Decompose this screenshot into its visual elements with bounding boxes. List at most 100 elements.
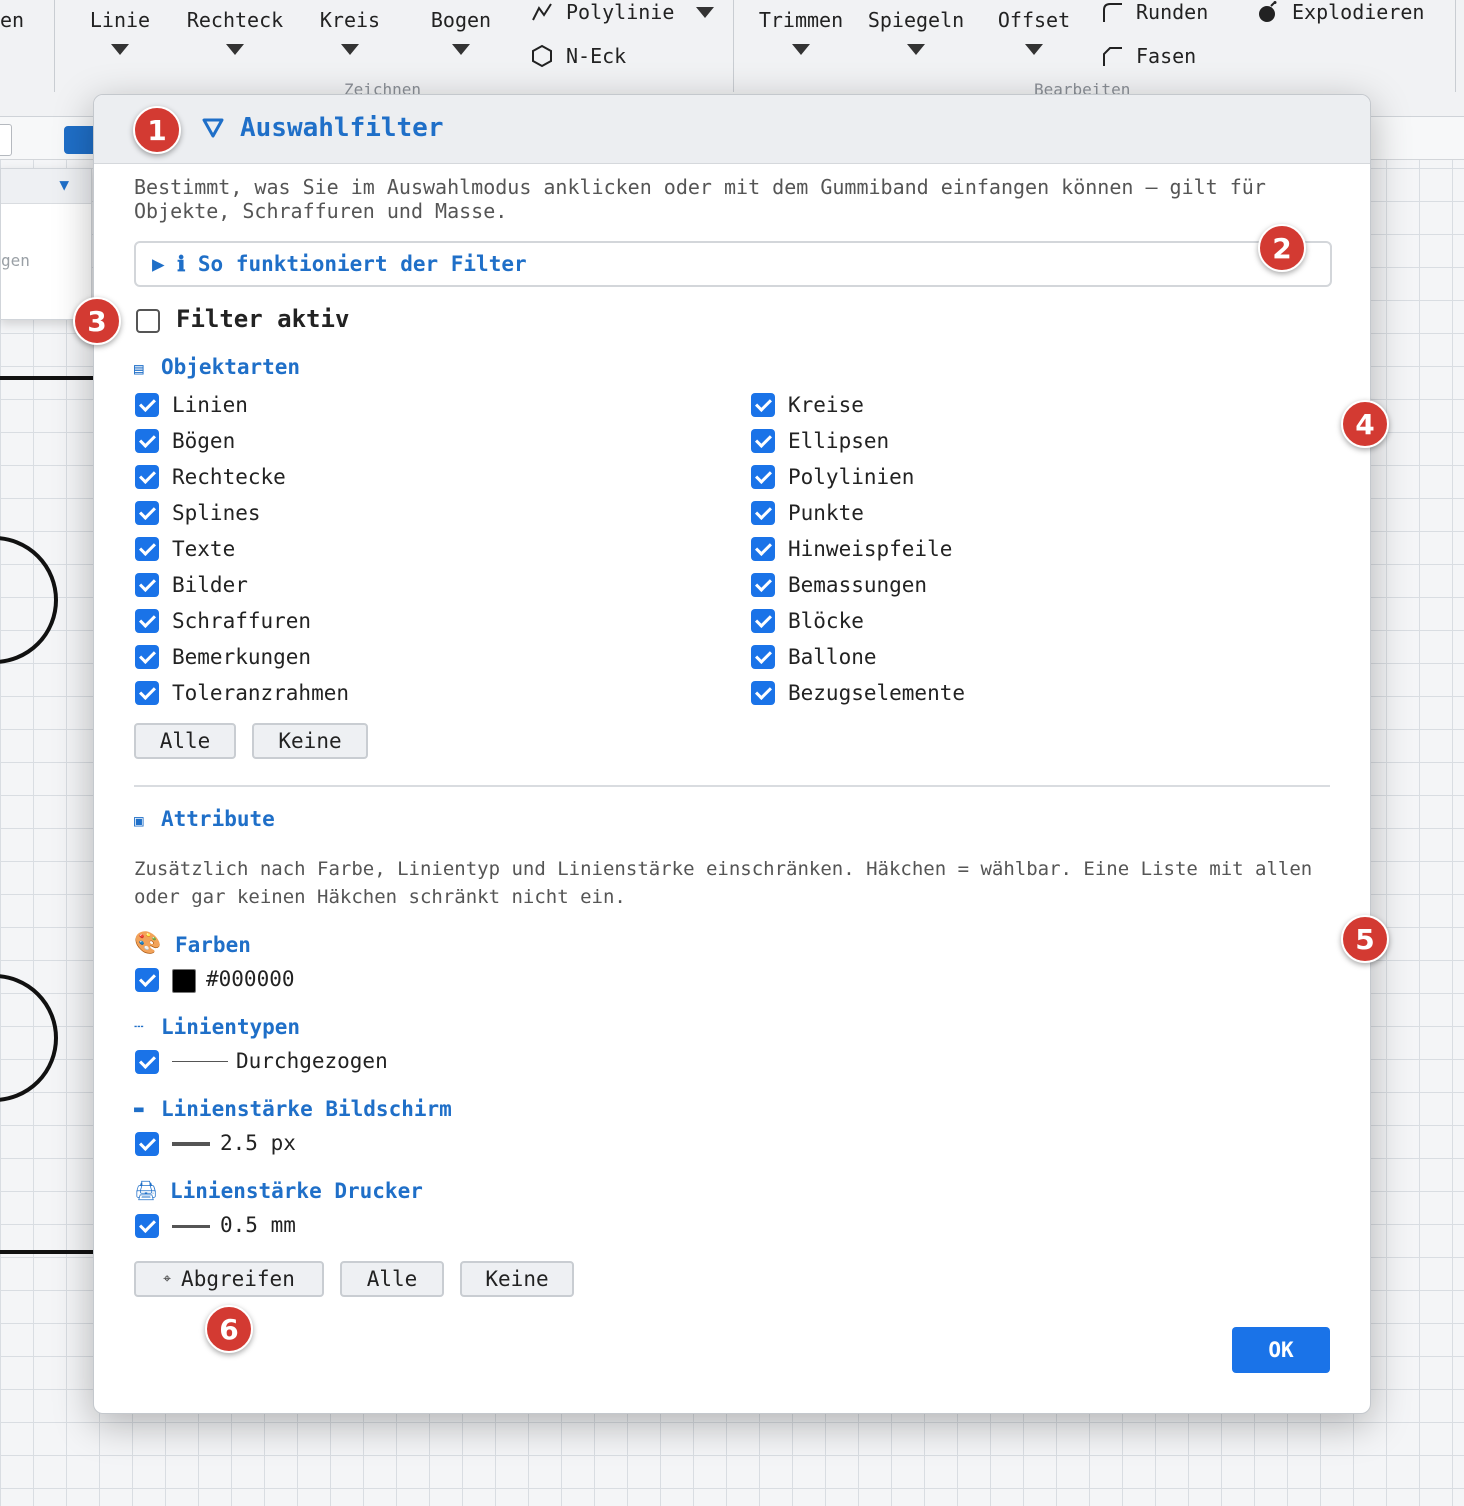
checkbox-schraffuren[interactable] xyxy=(135,609,159,633)
checkbox-label: Toleranzrahmen xyxy=(172,681,350,705)
tool-label: Offset xyxy=(997,8,1071,32)
checkbox-label: Linien xyxy=(172,393,248,417)
attributes-title: Attribute xyxy=(161,807,275,831)
drawing-line xyxy=(0,376,96,380)
dialog-description: Bestimmt, was Sie im Auswahlmodus anklic… xyxy=(134,175,1266,223)
info-disclosure[interactable]: ▶ ℹ So funktioniert der Filter xyxy=(134,241,1332,287)
chevron-down-icon[interactable] xyxy=(907,44,925,55)
checkbox-label: Splines xyxy=(172,501,261,525)
chamfer-icon xyxy=(1103,47,1122,66)
color-label: #000000 xyxy=(206,967,295,991)
tool-label: Linie xyxy=(89,8,151,32)
printer-icon: 🖨 xyxy=(134,1180,159,1202)
tool-fillet-button[interactable]: Runden xyxy=(1100,0,1208,24)
pick-attributes-button[interactable]: ⌖ Abgreifen xyxy=(134,1261,324,1297)
checkbox-splines[interactable] xyxy=(135,501,159,525)
annotation-marker: 4 xyxy=(1341,400,1389,448)
chevron-down-icon[interactable] xyxy=(341,44,359,55)
checkbox-kreise[interactable] xyxy=(751,393,775,417)
annotation-marker: 1 xyxy=(133,106,181,154)
tool-label: Rechteck xyxy=(186,8,284,32)
printer-width-label: 0.5 mm xyxy=(220,1213,296,1237)
fillet-icon xyxy=(1103,3,1122,22)
checkbox-texte[interactable] xyxy=(135,537,159,561)
polyline-icon xyxy=(532,3,552,21)
checkbox-polylinien[interactable] xyxy=(751,465,775,489)
tool-label: Polylinie xyxy=(566,0,675,24)
ribbon-cut-label: en xyxy=(0,8,25,32)
tool-offset-button[interactable]: Offset xyxy=(994,8,1074,55)
checkbox-label: Bemerkungen xyxy=(172,645,312,669)
toolbar-field[interactable] xyxy=(0,124,12,156)
checkbox-toleranzrahmen[interactable] xyxy=(135,681,159,705)
checkbox-ballone[interactable] xyxy=(751,645,775,669)
chevron-down-icon[interactable] xyxy=(111,44,129,55)
side-panel-header[interactable]: ▼ xyxy=(1,169,91,204)
checkbox-punkte[interactable] xyxy=(751,501,775,525)
tool-chamfer-button[interactable]: Fasen xyxy=(1100,44,1196,68)
drawing-line xyxy=(0,1250,96,1254)
screen-width-title: Linienstärke Bildschirm xyxy=(161,1097,452,1121)
select-none-button[interactable]: Keine xyxy=(252,723,368,759)
annotation-marker: 5 xyxy=(1341,915,1389,963)
tool-explode-button[interactable]: Explodieren xyxy=(1256,0,1424,24)
tool-line-button[interactable]: Linie xyxy=(80,8,160,55)
checkbox-label: Ellipsen xyxy=(788,429,890,453)
tool-label: Runden xyxy=(1136,0,1209,24)
checkbox-bemassungen[interactable] xyxy=(751,573,775,597)
checkbox-bloecke[interactable] xyxy=(751,609,775,633)
checkbox-screen-width[interactable] xyxy=(135,1132,159,1156)
ribbon-separator xyxy=(54,0,55,92)
section-divider xyxy=(134,785,1330,787)
attr-select-all-button[interactable]: Alle xyxy=(340,1261,444,1297)
checkbox-label: Schraffuren xyxy=(172,609,312,633)
checkbox-ellipsen[interactable] xyxy=(751,429,775,453)
side-panel: ▼ gen xyxy=(0,168,92,320)
line-width-sample xyxy=(172,1225,210,1228)
checkbox-linien[interactable] xyxy=(135,393,159,417)
side-panel-text: gen xyxy=(1,251,30,270)
checkbox-label: Kreise xyxy=(788,393,864,417)
chevron-down-icon[interactable] xyxy=(696,6,715,18)
checkbox-bezugselemente[interactable] xyxy=(751,681,775,705)
checkbox-label: Bilder xyxy=(172,573,248,597)
chevron-down-icon[interactable] xyxy=(792,44,810,55)
select-all-button[interactable]: Alle xyxy=(134,723,236,759)
checkbox-label: Ballone xyxy=(788,645,877,669)
checkbox-label: Bezugselemente xyxy=(788,681,966,705)
attr-select-none-button[interactable]: Keine xyxy=(460,1261,574,1297)
checkbox-rechtecke[interactable] xyxy=(135,465,159,489)
tool-circle-button[interactable]: Kreis xyxy=(310,8,390,55)
chevron-down-icon[interactable]: ▼ xyxy=(59,175,69,194)
checkbox-boegen[interactable] xyxy=(135,429,159,453)
tool-ngon-button[interactable]: N-Eck xyxy=(530,44,626,68)
funnel-icon xyxy=(202,118,224,138)
chevron-down-icon[interactable] xyxy=(452,44,470,55)
tool-trim-button[interactable]: Trimmen xyxy=(756,8,846,55)
tool-mirror-button[interactable]: Spiegeln xyxy=(866,8,966,55)
annotation-marker: 6 xyxy=(205,1305,253,1353)
checkbox-bemerkungen[interactable] xyxy=(135,645,159,669)
tool-arc-button[interactable]: Bogen xyxy=(420,8,502,55)
tool-polyline-button[interactable]: Polylinie xyxy=(530,0,715,24)
colors-title: Farben xyxy=(175,933,251,957)
chevron-down-icon[interactable] xyxy=(1025,44,1043,55)
tool-rectangle-button[interactable]: Rechteck xyxy=(180,8,290,55)
dialog-header[interactable]: Auswahlfilter xyxy=(94,95,1370,164)
ribbon-group-label: Bearbeiten xyxy=(1034,80,1131,94)
checkbox-printer-width[interactable] xyxy=(135,1214,159,1238)
square-icon: ▣ xyxy=(134,811,144,830)
checkbox-color[interactable] xyxy=(135,968,159,992)
checkbox-bilder[interactable] xyxy=(135,573,159,597)
checkbox-label: Blöcke xyxy=(788,609,864,633)
checkbox-hinweispfeile[interactable] xyxy=(751,537,775,561)
linetypes-title: Linientypen xyxy=(161,1015,301,1039)
chevron-down-icon[interactable] xyxy=(226,44,244,55)
checkbox-linetype[interactable] xyxy=(135,1050,159,1074)
ribbon-separator xyxy=(1455,0,1456,92)
info-disclosure-label: ▶ ℹ So funktioniert der Filter xyxy=(152,252,527,276)
filter-active-checkbox[interactable] xyxy=(136,309,160,333)
ok-button[interactable]: OK xyxy=(1232,1327,1330,1373)
list-icon: ▤ xyxy=(134,359,144,378)
linetype-label: Durchgezogen xyxy=(236,1049,388,1073)
